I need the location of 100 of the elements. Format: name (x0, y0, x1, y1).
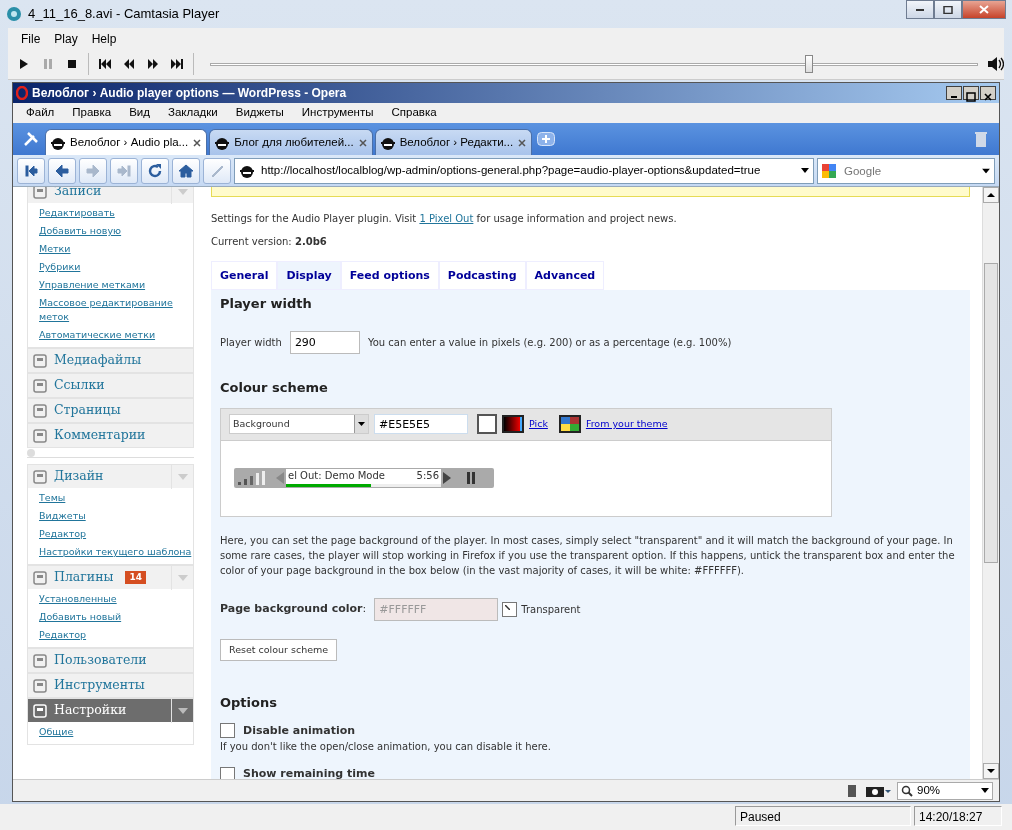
browser-tab[interactable]: Велоблог › Редакти... (374, 129, 533, 155)
field-label: Page background color: (220, 600, 367, 617)
element-select[interactable]: Background (229, 414, 369, 435)
search-field[interactable]: Google (817, 157, 995, 184)
arrow-right-icon (85, 162, 101, 179)
menu-section[interactable]: Пользователи (28, 648, 193, 672)
field-label: Player width (220, 336, 282, 351)
submenu-link[interactable]: Массовое редактирование меток (28, 294, 193, 326)
settings-tab[interactable]: Advanced (525, 261, 605, 290)
colour-value-field[interactable]: #E5E5E5 (374, 414, 468, 435)
dropdown-arrow-icon[interactable] (801, 168, 809, 173)
version-text: Current version: 2.0b6 (211, 235, 328, 249)
player-width-field[interactable]: 290 (289, 331, 360, 355)
submenu-link[interactable]: Автоматические метки (28, 326, 193, 344)
menu-item[interactable]: Инструменты (292, 104, 383, 122)
skip-back-icon (23, 162, 39, 179)
minimize-button[interactable] (946, 86, 962, 100)
colour-swatch[interactable] (477, 414, 497, 435)
submenu-link[interactable]: Редактор (28, 626, 193, 644)
submenu-link[interactable]: Установленные (28, 590, 193, 608)
disc-icon (6, 6, 22, 22)
close-icon[interactable] (517, 137, 528, 148)
settings-tab[interactable]: Podcasting (438, 261, 526, 290)
submenu-link[interactable]: Рубрики (28, 258, 193, 276)
menu-item[interactable]: Виджеты (226, 104, 293, 122)
settings-tab[interactable]: Feed options (340, 261, 439, 290)
submenu-link[interactable]: Метки (28, 240, 193, 258)
menu-item[interactable]: Правка (63, 104, 121, 122)
palette-icon (558, 415, 581, 434)
option-checkbox[interactable] (220, 766, 235, 779)
menu-section[interactable]: Плагины 14 (28, 565, 193, 589)
pixel-out-link[interactable]: 1 Pixel Out (419, 213, 474, 224)
close-icon[interactable] (192, 137, 203, 148)
seek-slider[interactable] (210, 52, 978, 75)
settings-tab[interactable]: Display (277, 261, 341, 290)
submenu-link[interactable]: Редактор (28, 525, 193, 543)
browser-tab[interactable]: Велоблог › Audio pla... (45, 129, 208, 155)
submenu-link[interactable]: Темы (28, 489, 193, 507)
check-icon (505, 604, 511, 610)
minimize-icon (916, 8, 924, 11)
menu-item[interactable]: Файл (17, 104, 64, 122)
plus-icon (537, 132, 556, 146)
scrollbar[interactable] (982, 187, 999, 779)
menu-item[interactable]: File (14, 28, 48, 48)
intro-text: Settings for the Audio Player plugin. Visit 1 Pixel Out for usage information and project news. (211, 212, 678, 226)
option-description: If you don't like the open/close animation, you can disable it here. (220, 740, 552, 755)
close-button[interactable] (980, 86, 996, 100)
checkbox-label: Transparent (521, 602, 581, 617)
menu-icon (32, 402, 48, 419)
submenu-link[interactable]: Общие (28, 723, 193, 741)
menu-icon (32, 702, 48, 719)
close-icon (983, 91, 993, 102)
submenu-link[interactable]: Настройки текущего шаблона (28, 543, 193, 561)
menu-section[interactable]: Ссылки (28, 373, 193, 397)
minimize-icon (951, 95, 957, 98)
pick-link[interactable]: Pick (529, 417, 548, 432)
theme-link[interactable]: From your theme (585, 417, 668, 432)
submenu-link[interactable]: Редактировать (28, 204, 193, 222)
count-badge: 14 (125, 570, 146, 585)
menu-item[interactable]: Вид (120, 104, 159, 122)
menu-item[interactable]: Закладки (158, 104, 227, 122)
reload-button[interactable] (141, 157, 169, 184)
menu-item[interactable]: Play (47, 28, 85, 48)
submenu-link[interactable]: Добавить новый (28, 608, 193, 626)
menu-item[interactable]: Справка (382, 104, 446, 122)
zoom-select[interactable]: 90% (897, 781, 993, 800)
maximize-button[interactable] (963, 86, 979, 100)
submenu-link[interactable]: Управление метками (28, 276, 193, 294)
menu-icon (32, 652, 48, 669)
device-icon[interactable] (845, 783, 859, 798)
menu-section[interactable]: Дизайн (28, 464, 193, 488)
menu-section[interactable]: Комментарии (28, 423, 193, 447)
submenu-link[interactable]: Виджеты (28, 507, 193, 525)
option-checkbox[interactable] (220, 723, 235, 739)
minimize-button[interactable] (906, 0, 934, 19)
arrow-left-button[interactable] (48, 157, 76, 184)
dropdown-arrow-icon[interactable] (982, 168, 990, 173)
close-icon (979, 5, 989, 14)
section-heading: Colour scheme (220, 380, 329, 396)
address-field[interactable]: http://localhost/localblog/wp-admin/options-general.php?page=audio-player-options&updated=true (234, 157, 814, 184)
menu-section[interactable]: Инструменты (28, 673, 193, 697)
menu-section[interactable]: Настройки (28, 698, 193, 722)
maximize-button[interactable] (934, 0, 962, 19)
browser-tab[interactable]: Блог для любителей... (209, 129, 373, 155)
speaker-icon[interactable] (986, 55, 1004, 72)
option-label: Show remaining time (243, 766, 375, 779)
home-icon (178, 162, 194, 179)
home-button[interactable] (172, 157, 200, 184)
search-icon (901, 784, 913, 797)
reset-button[interactable]: Reset colour scheme (220, 638, 338, 661)
menu-item[interactable]: Help (84, 28, 124, 48)
hint-text: You can enter a value in pixels (e.g. 200) or as a percentage (e.g. 100%) (367, 336, 732, 351)
maximize-icon (966, 91, 976, 102)
submenu-link[interactable]: Добавить новую (28, 222, 193, 240)
menu-section[interactable]: Страницы (28, 398, 193, 422)
close-icon[interactable] (357, 137, 368, 148)
colour-picker-icon (502, 415, 524, 434)
skip-back-button[interactable] (17, 157, 45, 184)
settings-tab[interactable]: General (211, 261, 278, 290)
menu-section[interactable]: Медиафайлы (28, 348, 193, 372)
